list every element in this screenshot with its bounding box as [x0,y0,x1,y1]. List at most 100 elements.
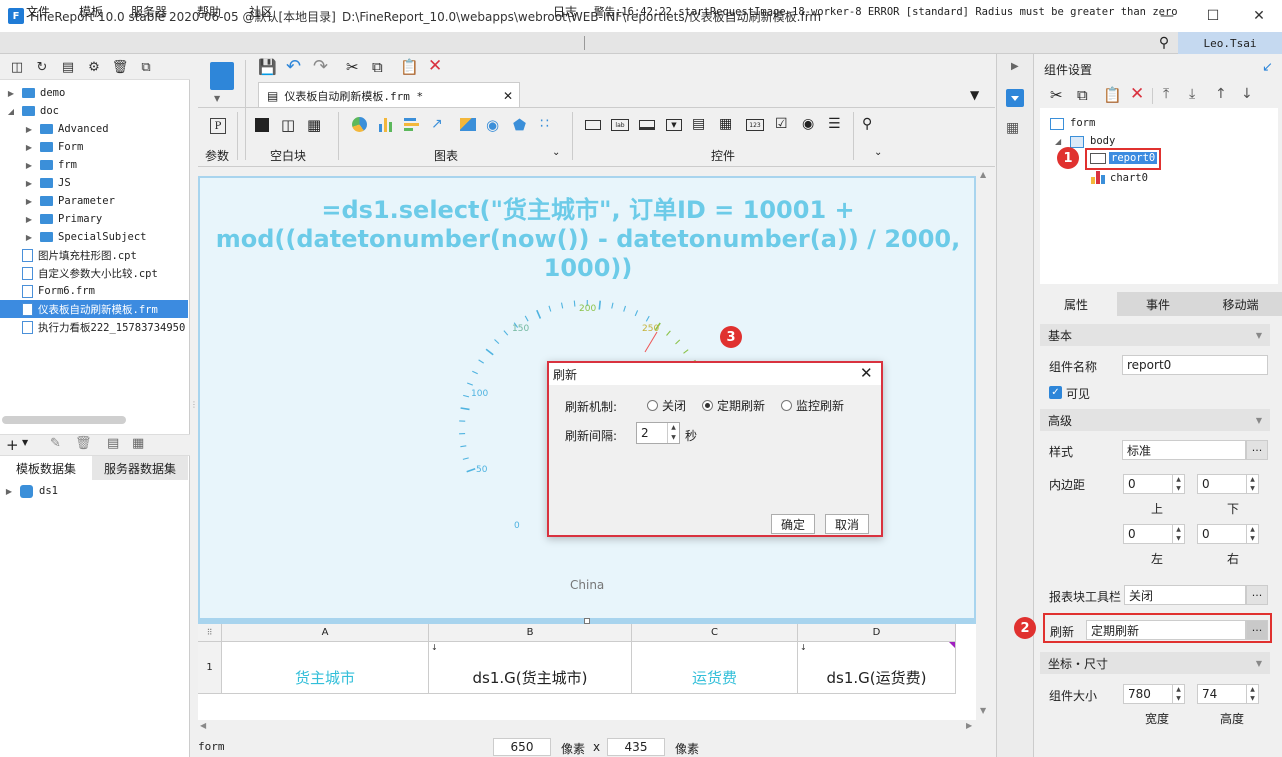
paste-icon[interactable]: 📋 [1103,86,1122,104]
delete-icon[interactable]: 🗑 [111,58,129,76]
vertical-scrollbar[interactable] [978,168,994,720]
add-dataset-icon[interactable]: + [6,436,19,454]
tree-file[interactable]: 仪表板自动刷新模板.frm [0,300,188,318]
stepper-icon[interactable]: ▲ ▼ [1172,475,1184,493]
copy-icon[interactable]: ⧉ [372,58,383,76]
menu-file[interactable]: 文件 [26,3,50,20]
combobox-widget-icon[interactable]: ▼ [666,119,682,131]
area-chart-icon[interactable] [460,118,476,131]
stepper-icon[interactable]: ▲ ▼ [1172,525,1184,543]
close-tab-icon[interactable]: ✕ [503,89,513,103]
pie-chart-icon[interactable] [352,117,367,132]
delete-icon[interactable]: ✕ [428,56,442,76]
gauge-chart-icon[interactable]: ◉ [486,116,499,134]
scroll-down-icon[interactable]: ▼ [980,706,986,715]
scroll-left-icon[interactable]: ◀ [200,721,206,730]
dataset-item[interactable]: ▶ ds1 [0,482,188,500]
save-icon[interactable]: 💾 [258,58,277,76]
scatter-chart-icon[interactable]: ∷ [540,116,549,132]
refresh-input[interactable]: 定期刷新 [1086,620,1246,640]
menu-template[interactable]: 模板 [79,3,103,20]
horizontal-bar-icon[interactable] [404,117,420,132]
cut-icon[interactable]: ✂ [1050,86,1063,104]
section-coordinates[interactable]: 坐标・尺寸 ▼ [1040,652,1270,674]
stepper-icon[interactable]: ▲ ▼ [1246,475,1258,493]
tree-folder[interactable]: ▶ Parameter [0,192,188,210]
tree-node-body[interactable]: body [1090,135,1115,147]
tab-template-dataset[interactable]: 模板数据集 [0,456,92,480]
component-width-input[interactable]: 780 ▲ ▼ [1123,684,1185,704]
radar-chart-icon[interactable]: ⬟ [513,116,526,134]
cancel-button[interactable]: 取消 [825,514,869,534]
search-widget-icon[interactable]: ⚲ [862,116,872,132]
tab-mobile[interactable]: 移动端 [1199,292,1282,316]
button-widget-icon[interactable] [639,120,655,130]
component-name-input[interactable]: report0 [1122,355,1268,375]
collapse-arrow-icon[interactable]: ◢ [1055,137,1061,146]
tree-folder[interactable]: ▶ Form [0,138,188,156]
column-header-d[interactable]: D [798,624,956,642]
copy-icon[interactable]: ⧉ [137,58,155,76]
tree-folder[interactable]: ◢ doc [0,102,188,120]
redo-icon[interactable]: ↷ [313,56,328,77]
refresh-interval-input[interactable]: 2 ▲ ▼ [636,422,680,444]
radio-option-periodic[interactable]: 定期刷新 [702,397,765,414]
ok-button[interactable]: 确定 [771,514,815,534]
expand-arrow-icon[interactable]: ▶ [24,233,34,242]
tree-file[interactable]: 自定义参数大小比较.cpt [0,264,188,282]
date-widget-icon[interactable]: ▦ [719,116,732,132]
tree-folder[interactable]: ▶ Advanced [0,120,188,138]
open-icon[interactable]: ▤ [59,58,77,76]
padding-bottom-input[interactable]: 0 ▲ ▼ [1197,474,1259,494]
row-header[interactable]: 1 [198,642,222,694]
number-widget-icon[interactable]: 123 [746,119,764,131]
tree-folder[interactable]: ▶ demo [0,84,188,102]
tree-folder[interactable]: ▶ SpecialSubject [0,228,188,246]
tab-events[interactable]: 事件 [1117,292,1199,316]
chevron-down-icon[interactable]: ▼ [22,438,28,447]
line-chart-icon[interactable]: ↗ [431,116,443,132]
chevron-down-icon[interactable]: ⌄ [874,147,882,158]
grid-cell-d1[interactable]: ds1.G(运货费) [798,642,956,694]
tree-folder[interactable]: ▶ Primary [0,210,188,228]
chevron-down-icon[interactable]: ▼ [214,94,220,103]
component-height-input[interactable]: 74 ▲ ▼ [1197,684,1259,704]
scroll-right-icon[interactable]: ▶ [966,721,972,730]
stepper-icon[interactable]: ▲ ▼ [1246,525,1258,543]
expand-arrow-icon[interactable]: ▶ [4,487,14,496]
grid-cell-b1[interactable]: ds1.G(货主城市) [429,642,632,694]
padding-left-input[interactable]: 0 ▲ ▼ [1123,524,1185,544]
search-icon[interactable]: ⚲ [1156,35,1172,51]
column-header-c[interactable]: C [632,624,798,642]
connection-icon[interactable]: ▦ [132,436,144,451]
move-bottom-icon[interactable]: ⤓ [1189,86,1195,102]
log-button[interactable]: 日志 [553,3,577,20]
tree-node-chart0[interactable]: chart0 [1110,172,1148,184]
tree-folder[interactable]: ▶ frm [0,156,188,174]
tree-file[interactable]: 执行力看板222_15783734950 [0,318,188,336]
tree-file[interactable]: Form6.frm [0,282,188,300]
paste-icon[interactable]: 📋 [400,58,419,76]
canvas-width-input[interactable]: 650 [493,738,551,756]
parameter-icon[interactable]: P [210,118,226,134]
canvas-height-input[interactable]: 435 [607,738,665,756]
edit-icon[interactable]: ✎ [50,436,61,451]
radio-button-selected[interactable] [702,400,713,411]
expand-arrow-icon[interactable]: ▶ [24,125,34,134]
tab-properties[interactable]: 属性 [1035,292,1117,316]
user-name[interactable]: Leo.Tsai [1178,32,1282,54]
tree-folder[interactable]: ▶ JS [0,174,188,192]
expand-panel-icon[interactable]: ▶ [1011,61,1019,72]
tree-node-report0[interactable]: report0 [1109,152,1158,164]
dialog-close-icon[interactable]: ✕ [860,364,873,382]
undo-icon[interactable]: ↶ [286,56,301,77]
radio-button[interactable] [781,400,792,411]
list-widget-icon[interactable]: ▤ [692,116,705,132]
radio-widget-icon[interactable]: ◉ [802,116,814,132]
expand-arrow-icon[interactable]: ▶ [24,161,34,170]
radio-button[interactable] [647,400,658,411]
grid-cell-c1[interactable]: 运货费 [632,642,798,694]
chevron-down-icon[interactable]: ⌄ [552,147,560,158]
expand-arrow-icon[interactable]: ▶ [24,197,34,206]
radio-option-monitor[interactable]: 监控刷新 [781,397,844,414]
